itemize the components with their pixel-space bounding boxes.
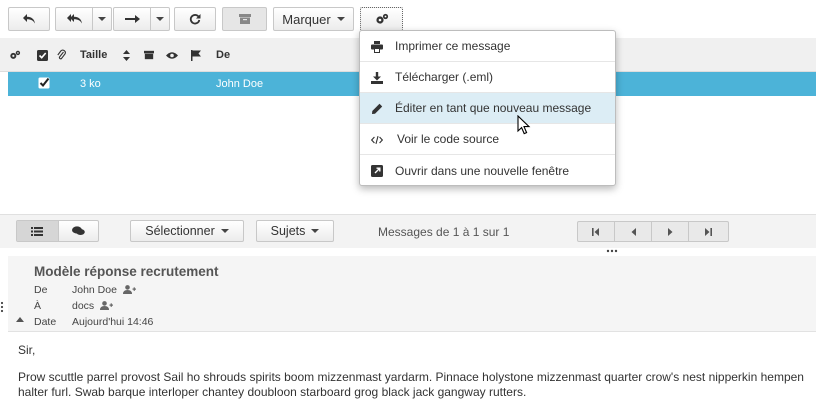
from-value[interactable]: John Doe: [72, 284, 136, 296]
menu-item-label: Voir le code source: [397, 132, 500, 146]
view-mode-group: [16, 220, 99, 242]
select-label: Sélectionner: [145, 224, 215, 238]
date-value: Aujourd'hui 14:46: [72, 316, 154, 328]
menu-item-label: Éditer en tant que nouveau message: [395, 101, 592, 115]
vertical-splitter-grip-icon[interactable]: [0, 300, 4, 314]
forward-icon: [124, 15, 140, 23]
select-dropdown-button[interactable]: Sélectionner: [130, 220, 244, 242]
download-icon: [371, 72, 383, 84]
menu-item-label: Ouvrir dans une nouvelle fenêtre: [395, 163, 570, 178]
add-contact-icon[interactable]: [100, 301, 114, 310]
thread-view-button[interactable]: [58, 221, 98, 241]
next-page-button[interactable]: [652, 222, 689, 241]
list-view-button[interactable]: [17, 221, 58, 241]
refresh-icon: [189, 14, 201, 25]
message-header: Modèle réponse recrutement De John Doe À…: [8, 256, 816, 332]
first-page-icon: [592, 227, 599, 236]
attachment-column-icon[interactable]: [57, 38, 66, 72]
message-count: Messages de 1 à 1 sur 1: [378, 225, 510, 239]
refresh-button[interactable]: [174, 7, 216, 31]
chevron-down-icon: [220, 229, 229, 233]
horizontal-splitter[interactable]: [0, 248, 816, 254]
reply-all-dropdown-caret[interactable]: [98, 17, 106, 21]
from-label: De: [34, 284, 48, 296]
code-icon: [371, 135, 383, 145]
read-status-eye-icon[interactable]: [166, 38, 178, 72]
to-label: À: [34, 300, 42, 312]
threads-dropdown-button[interactable]: Sujets: [256, 220, 334, 242]
threads-label: Sujets: [270, 224, 306, 238]
add-contact-icon[interactable]: [122, 285, 136, 294]
row-from: John Doe: [216, 78, 264, 90]
message-body: Sir, Prow scuttle parrel provost Sail ho…: [18, 343, 816, 400]
from-column-header[interactable]: De: [216, 38, 230, 72]
previous-page-button[interactable]: [615, 222, 652, 241]
message-list-footer: Sélectionner Sujets Messages de 1 à 1 su…: [0, 214, 816, 248]
archive-column-icon[interactable]: [144, 38, 154, 72]
chevron-down-icon: [311, 229, 320, 233]
last-page-icon: [704, 227, 712, 236]
reply-all-button[interactable]: [55, 7, 112, 31]
more-actions-button[interactable]: [360, 7, 403, 31]
reply-button[interactable]: [8, 7, 50, 31]
comments-icon: [71, 226, 85, 235]
reply-icon: [23, 14, 35, 24]
size-column-header[interactable]: Taille: [80, 38, 107, 72]
mouse-cursor-icon: [517, 115, 531, 135]
flag-column-icon[interactable]: [191, 38, 201, 72]
reply-all-icon: [66, 14, 82, 24]
forward-button[interactable]: [113, 7, 170, 31]
pagination: [577, 221, 729, 242]
more-actions-menu: Imprimer ce message Télécharger (.eml) É…: [359, 30, 616, 186]
menu-item-download[interactable]: Télécharger (.eml): [360, 62, 615, 93]
to-name: docs: [72, 300, 95, 312]
message-greeting: Sir,: [18, 343, 36, 357]
menu-item-print[interactable]: Imprimer ce message: [360, 31, 615, 62]
list-icon: [31, 226, 44, 236]
to-value[interactable]: docs: [72, 300, 114, 312]
mark-button-label: Marquer: [282, 11, 331, 27]
menu-item-label: Imprimer ce message: [395, 39, 511, 53]
pencil-icon: [372, 103, 383, 114]
collapse-header-icon[interactable]: [16, 316, 24, 322]
chevron-down-icon: [336, 17, 345, 21]
menu-item-view-source[interactable]: Voir le code source: [360, 124, 615, 155]
menu-item-open-new-window[interactable]: Ouvrir dans une nouvelle fenêtre: [360, 155, 615, 186]
last-page-button[interactable]: [689, 222, 726, 241]
archive-icon: [238, 14, 251, 24]
gears-icon: [375, 13, 388, 24]
row-size: 3 ko: [80, 78, 101, 90]
previous-icon: [631, 227, 636, 236]
select-all-checkbox-icon[interactable]: [37, 38, 48, 72]
splitter-grip-icon: [606, 249, 618, 253]
forward-dropdown-caret[interactable]: [156, 17, 164, 21]
list-options-icon[interactable]: [9, 38, 21, 72]
archive-button[interactable]: [222, 7, 267, 31]
menu-item-edit-as-new[interactable]: Éditer en tant que nouveau message: [360, 93, 615, 124]
external-window-icon: [371, 165, 383, 177]
from-name: John Doe: [72, 284, 117, 296]
menu-item-label: Télécharger (.eml): [395, 70, 494, 84]
row-checkbox-checked-icon[interactable]: [38, 77, 50, 92]
date-label: Date: [34, 316, 57, 328]
print-icon: [371, 41, 383, 53]
first-page-button[interactable]: [578, 222, 615, 241]
mark-button[interactable]: Marquer: [273, 7, 354, 31]
message-paragraph: Prow scuttle parrel provost Sail ho shro…: [18, 370, 804, 399]
next-icon: [667, 227, 672, 236]
message-subject: Modèle réponse recrutement: [34, 264, 219, 279]
sort-icon[interactable]: [123, 38, 130, 72]
